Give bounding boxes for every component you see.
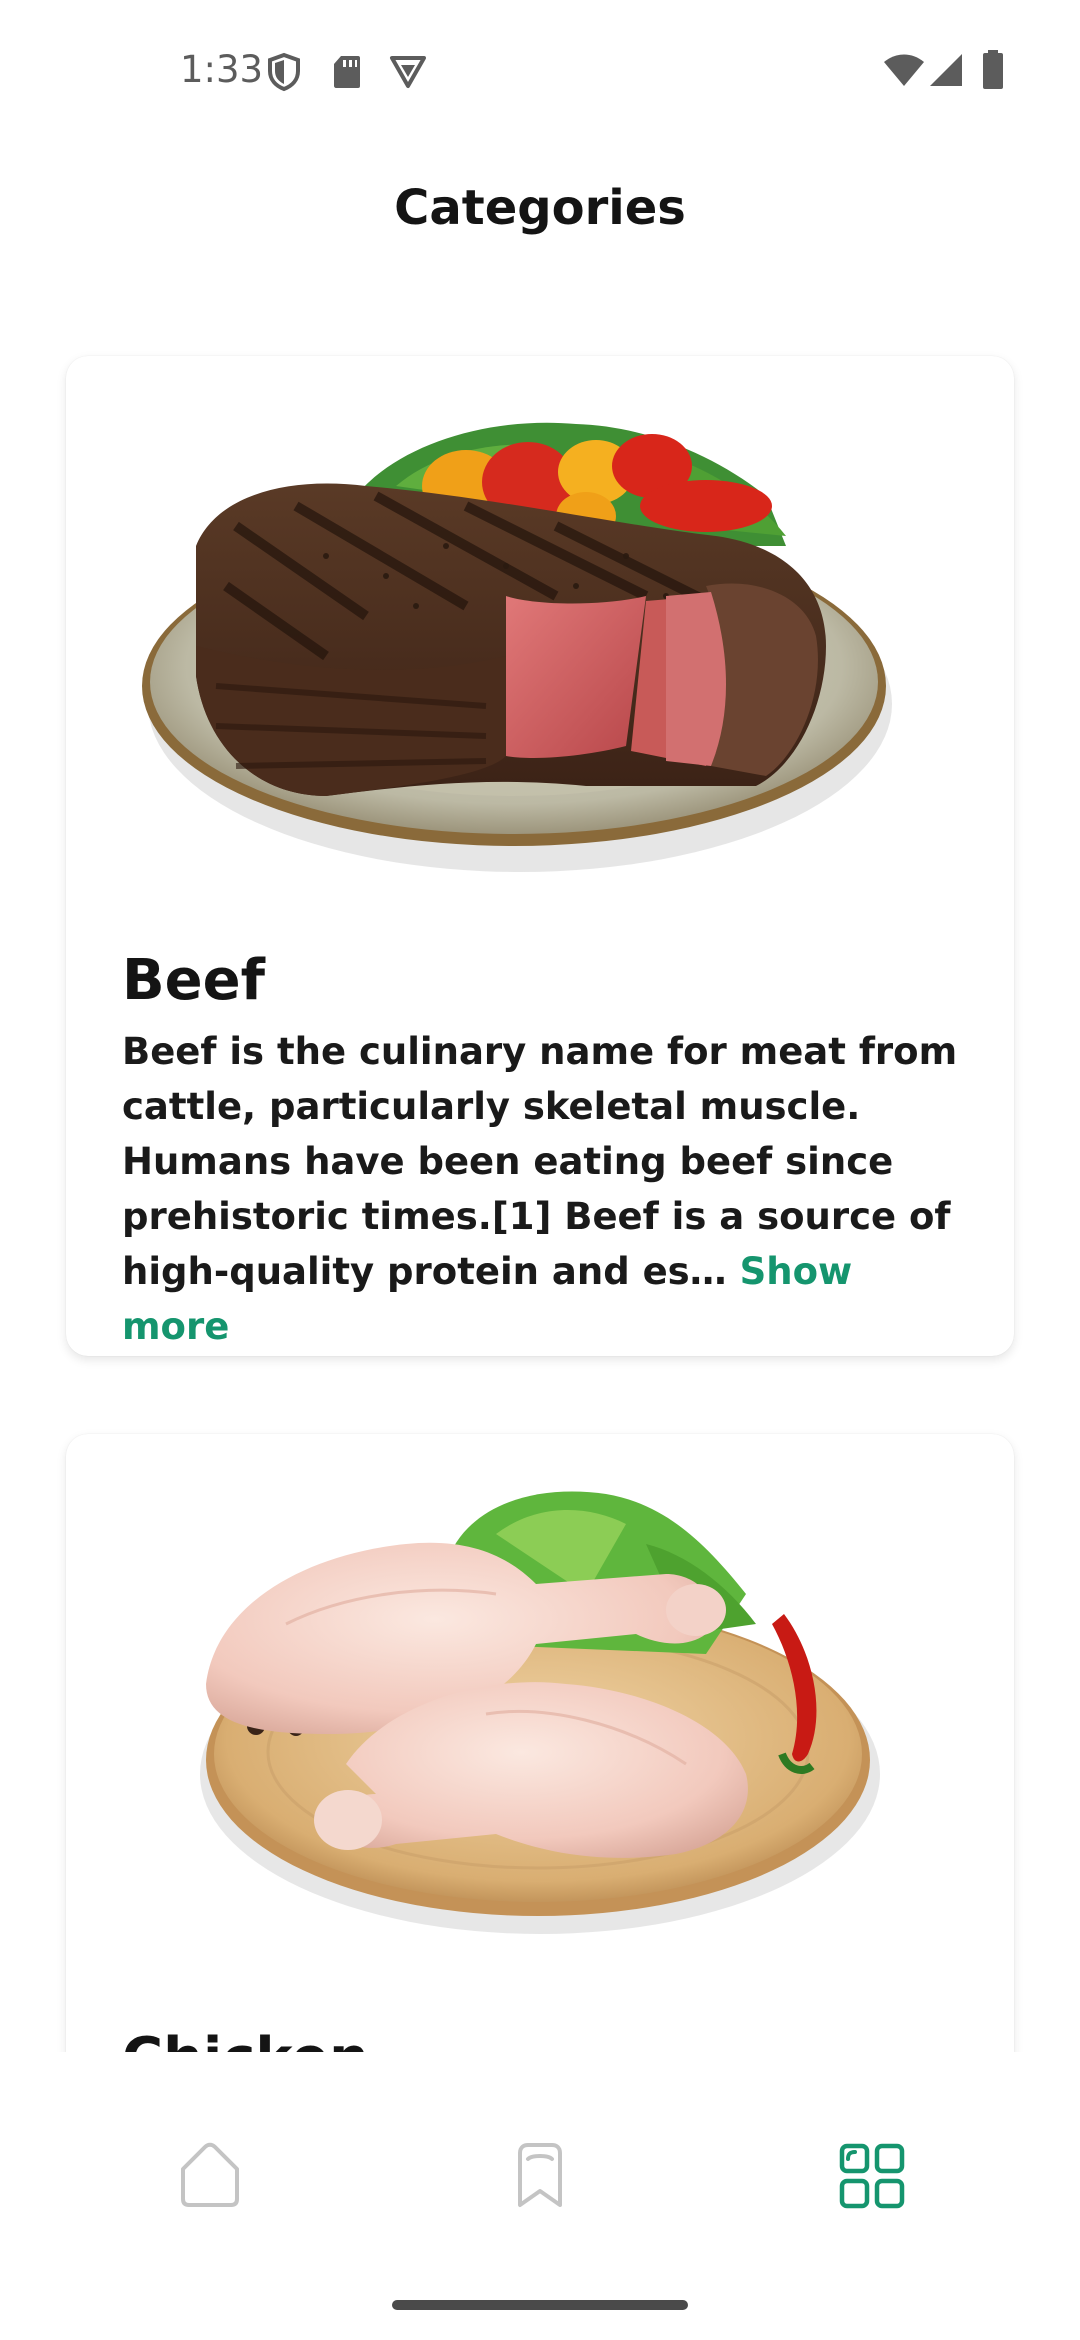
beef-image — [142, 422, 892, 872]
chicken-image — [200, 1491, 880, 1934]
card-description-beef: Beef is the culinary name for meat from … — [122, 1024, 972, 1354]
bookmark-icon — [518, 2143, 562, 2207]
nav-bookmarks[interactable] — [480, 2116, 600, 2236]
nav-categories[interactable] — [812, 2116, 932, 2236]
battery-icon — [983, 50, 1003, 89]
home-indicator[interactable] — [392, 2300, 688, 2310]
card-title-beef: Beef — [122, 948, 266, 1013]
page-title: Categories — [394, 180, 686, 236]
wifi-icon — [884, 54, 924, 86]
bottom-navigation — [0, 2052, 1080, 2340]
shield-icon — [268, 52, 300, 92]
category-card-beef[interactable]: Beef Beef is the culinary name for meat … — [66, 356, 1014, 1356]
grid-icon — [839, 2143, 905, 2209]
home-icon — [181, 2142, 239, 2207]
status-time: 1:33 — [180, 48, 264, 91]
screen: 1:33 Categories Beef Beef is the culinar… — [0, 0, 1080, 2340]
status-bar: 1:33 — [0, 0, 1080, 140]
nav-home[interactable] — [150, 2116, 270, 2236]
vpn-badge-icon — [390, 56, 426, 88]
signal-icon — [930, 54, 962, 86]
sd-card-icon — [334, 56, 360, 88]
